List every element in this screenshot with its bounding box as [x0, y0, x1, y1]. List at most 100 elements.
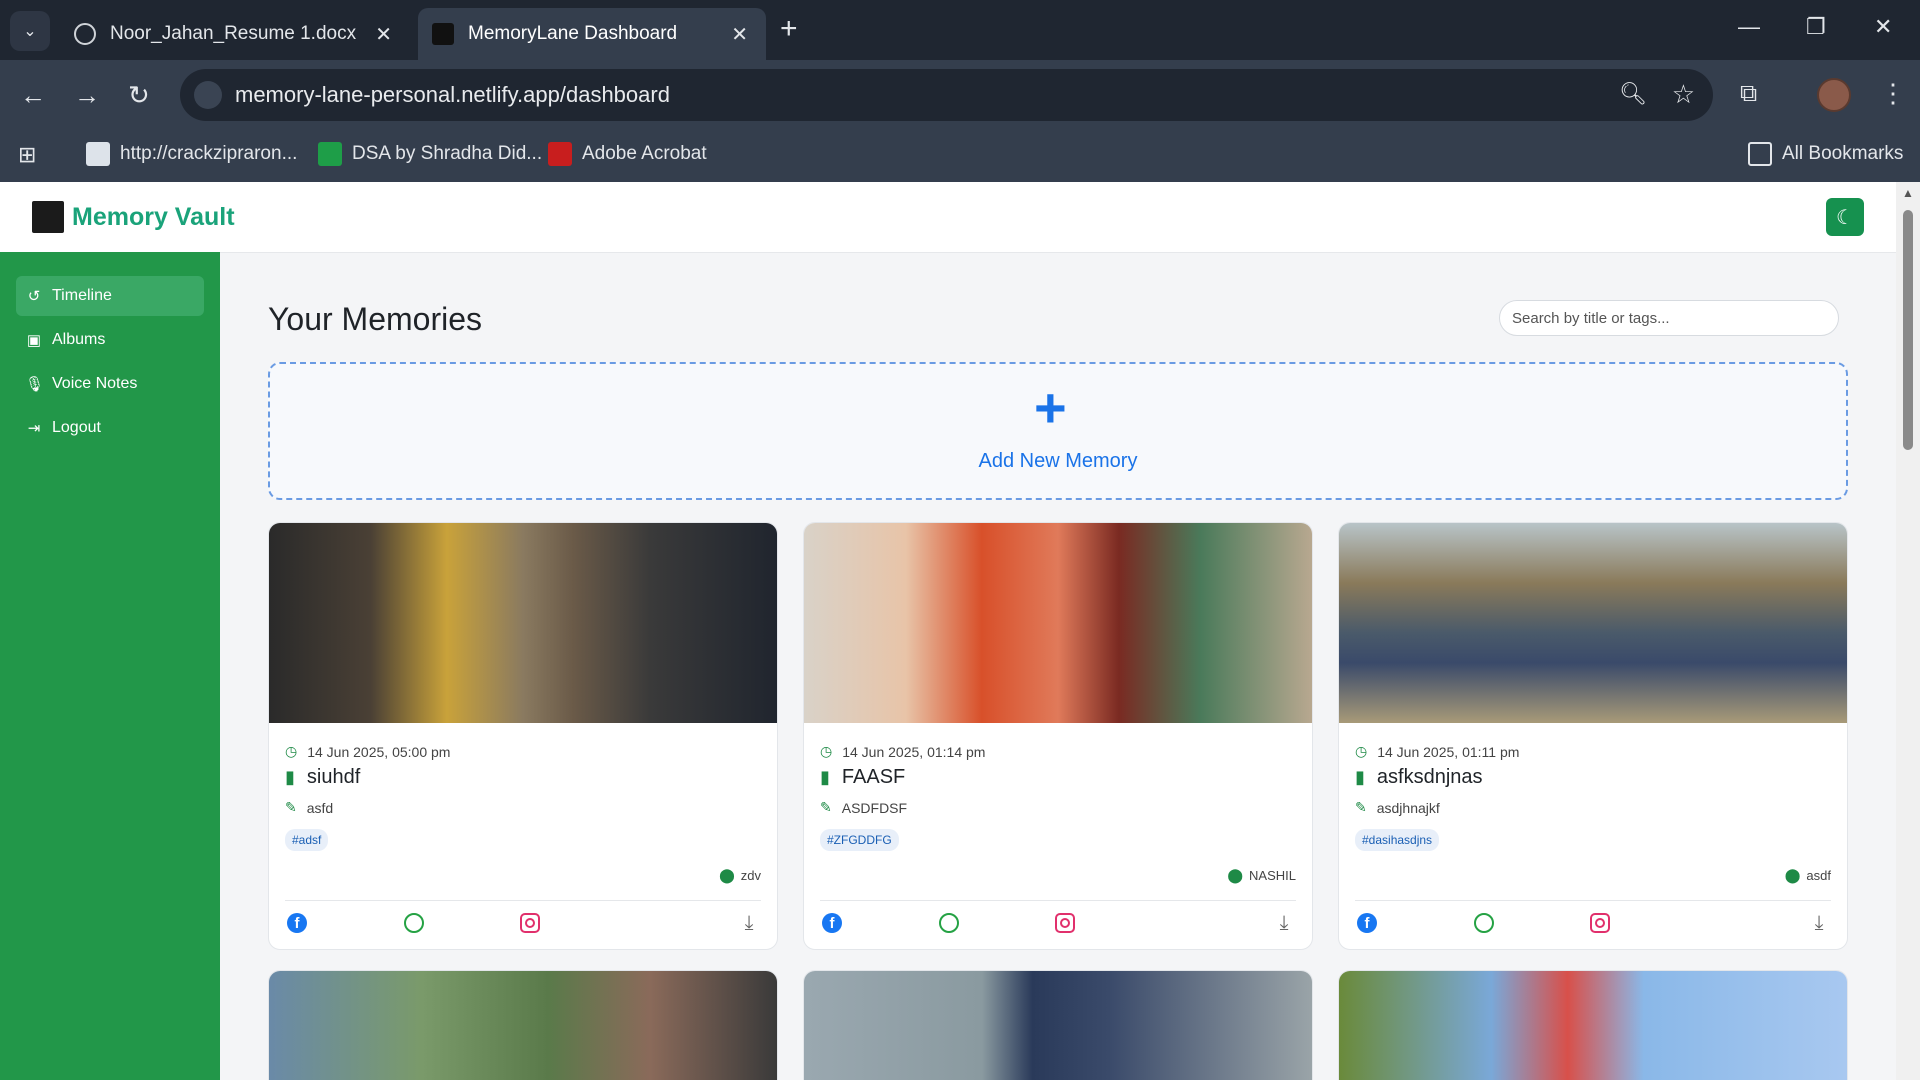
instagram-share-button[interactable] — [1588, 911, 1612, 935]
memory-card[interactable] — [268, 970, 778, 1080]
extensions-icon[interactable]: ⧉ — [1740, 80, 1757, 108]
memory-photo[interactable] — [269, 523, 777, 723]
tab-title: MemoryLane Dashboard — [468, 23, 678, 44]
facebook-share-button[interactable]: f — [820, 911, 844, 935]
bookmark-label: DSA by Shradha Did... — [352, 143, 543, 164]
new-tab-button[interactable]: + — [780, 14, 798, 44]
memory-card[interactable] — [1338, 970, 1848, 1080]
folder-icon — [1748, 142, 1772, 166]
tab-dashboard[interactable]: MemoryLane Dashboard ✕ — [418, 8, 766, 60]
location-text: NASHIL — [1249, 868, 1296, 883]
date-text: 14 Jun 2025, 01:14 pm — [842, 743, 986, 760]
sheets-icon — [318, 142, 342, 166]
scrollbar-thumb[interactable] — [1903, 210, 1913, 450]
restore-icon[interactable]: ❐ — [1806, 14, 1826, 40]
divider — [1355, 900, 1831, 901]
apps-grid-icon[interactable]: ⊞ — [18, 142, 36, 168]
sidebar-item-timeline[interactable]: ↺ Timeline — [16, 276, 204, 316]
memory-card[interactable]: ◷ 14 Jun 2025, 01:11 pm ▮ asfksdnjnas ✎ asd… — [1338, 522, 1848, 950]
memory-card[interactable]: ◷ 14 Jun 2025, 01:14 pm ▮ FAASF ✎ ASDFDSF #… — [803, 522, 1313, 950]
tab-resume[interactable]: Noor_Jahan_Resume 1.docx ✕ — [60, 8, 410, 60]
memory-photo[interactable] — [1339, 971, 1847, 1080]
instagram-icon — [520, 913, 540, 933]
bookmark-star-icon[interactable]: ☆ — [1672, 79, 1695, 110]
divider — [285, 900, 761, 901]
feather-icon: ✎ — [285, 799, 297, 815]
download-icon: ⤓ — [1814, 911, 1824, 934]
memory-card[interactable] — [803, 970, 1313, 1080]
memory-title: ▮ FAASF — [820, 766, 905, 789]
memory-location: ⬤ zdv — [719, 867, 761, 884]
divider — [820, 900, 1296, 901]
download-icon: ⤓ — [744, 911, 754, 934]
minimize-icon[interactable]: — — [1738, 14, 1760, 40]
all-bookmarks[interactable]: All Bookmarks — [1748, 142, 1903, 166]
close-window-icon[interactable]: ✕ — [1874, 14, 1892, 40]
bookmark-dsa[interactable]: DSA by Shradha Did... — [318, 142, 542, 166]
facebook-share-button[interactable]: f — [1355, 911, 1379, 935]
memory-date: ◷ 14 Jun 2025, 05:00 pm — [285, 743, 450, 760]
page-scrollbar[interactable]: ▲ — [1896, 182, 1920, 1080]
history-icon: ↺ — [27, 288, 41, 305]
search-input[interactable] — [1499, 300, 1839, 336]
tag-badge[interactable]: #adsf — [285, 829, 329, 851]
theme-toggle-button[interactable]: ☾ — [1826, 198, 1864, 236]
avatar[interactable] — [1817, 78, 1851, 112]
title-text: asfksdnjnas — [1376, 766, 1483, 788]
memory-card[interactable]: ◷ 14 Jun 2025, 05:00 pm ▮ siuhdf ✎ asfd #ad… — [268, 522, 778, 950]
main-content: Your Memories + Add New Memory ◷ 14 Jun 2… — [220, 252, 1896, 1080]
reload-icon[interactable]: ↻ — [128, 80, 150, 111]
memory-photo[interactable] — [804, 523, 1312, 723]
facebook-share-button[interactable]: f — [285, 911, 309, 935]
back-icon[interactable]: ← — [20, 80, 46, 111]
location-text: zdv — [740, 868, 761, 883]
memory-photo[interactable] — [269, 971, 777, 1080]
instagram-share-button[interactable] — [518, 911, 542, 935]
download-button[interactable]: ⤓ — [1807, 911, 1831, 935]
plus-icon: + — [1034, 376, 1067, 439]
zoom-icon[interactable]: 🔍︎ — [1619, 81, 1647, 107]
sidebar-item-logout[interactable]: ⇥ Logout — [16, 408, 204, 448]
tag-badge[interactable]: #ZFGDDFG — [820, 829, 899, 851]
memory-photo[interactable] — [804, 971, 1312, 1080]
forward-icon[interactable]: → — [74, 80, 100, 111]
sidebar-item-albums[interactable]: ▣ Albums — [16, 320, 204, 360]
description-text: ASDFDSF — [841, 799, 908, 816]
site-favicon-icon — [432, 23, 454, 45]
clock-icon: ◷ — [285, 743, 298, 759]
url-text: memory-lane-personal.netlify.app/dashboa… — [235, 82, 670, 107]
brand-title: Memory Vault — [72, 203, 235, 231]
acrobat-icon — [548, 142, 572, 166]
image-icon: ▣ — [26, 332, 42, 349]
tag-badge[interactable]: #dasihasdjns — [1355, 829, 1440, 851]
download-button[interactable]: ⤓ — [1272, 911, 1296, 935]
instagram-share-button[interactable] — [1053, 911, 1077, 935]
site-settings-icon[interactable] — [194, 81, 222, 109]
bookmark-acrobat[interactable]: Adobe Acrobat — [548, 142, 707, 166]
title-text: siuhdf — [306, 766, 361, 788]
tab-search-button[interactable]: ⌄ — [10, 11, 50, 51]
memory-photo[interactable] — [1339, 523, 1847, 723]
scroll-up-icon[interactable]: ▲ — [1902, 186, 1914, 200]
location-text: asdf — [1806, 868, 1831, 883]
sidebar-item-label: Albums — [52, 331, 106, 348]
bookmark-crackzip[interactable]: http://crackzipraron... — [86, 142, 297, 166]
memory-date: ◷ 14 Jun 2025, 01:11 pm — [1355, 743, 1519, 760]
sidebar-item-label: Voice Notes — [52, 375, 138, 392]
clock-icon: ◷ — [1355, 743, 1368, 759]
whatsapp-share-button[interactable] — [402, 911, 426, 935]
menu-kebab-icon[interactable]: ⋮ — [1880, 78, 1906, 109]
page-icon — [86, 142, 110, 166]
close-tab-icon[interactable]: ✕ — [375, 22, 392, 47]
address-bar[interactable]: memory-lane-personal.netlify.app/dashboa… — [180, 69, 1713, 121]
map-pin-icon: ⬤ — [1227, 867, 1244, 883]
add-memory-button[interactable]: + Add New Memory — [268, 362, 1848, 500]
memory-title: ▮ siuhdf — [285, 766, 360, 789]
download-button[interactable]: ⤓ — [737, 911, 761, 935]
tab-title: Noor_Jahan_Resume 1.docx — [110, 23, 357, 44]
whatsapp-share-button[interactable] — [1472, 911, 1496, 935]
facebook-icon: f — [1357, 913, 1377, 933]
whatsapp-share-button[interactable] — [937, 911, 961, 935]
sidebar-item-voice-notes[interactable]: 🎙︎ Voice Notes — [16, 364, 204, 404]
close-tab-icon[interactable]: ✕ — [731, 22, 748, 47]
